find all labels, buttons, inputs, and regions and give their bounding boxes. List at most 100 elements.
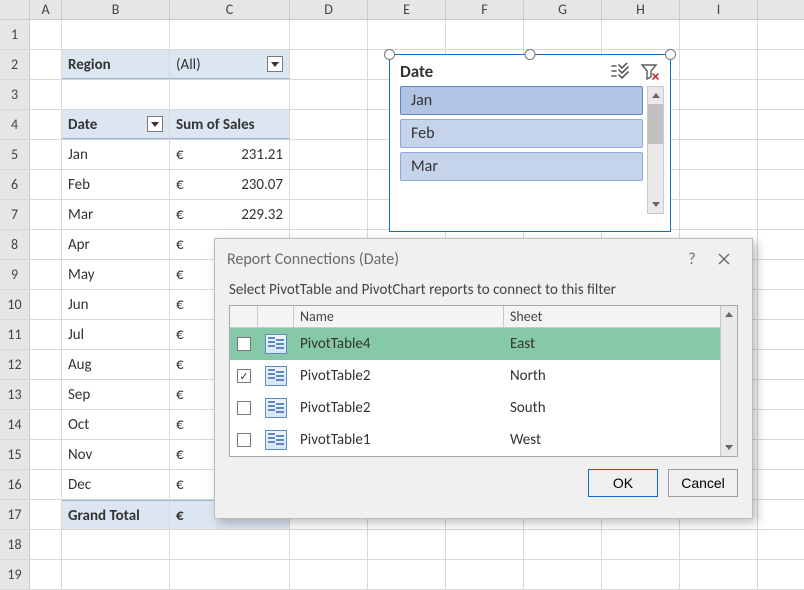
cell[interactable] — [290, 140, 368, 169]
cell[interactable] — [680, 200, 758, 229]
resize-handle[interactable] — [665, 49, 676, 60]
col-header-B[interactable]: B — [62, 0, 170, 19]
grand-total-label[interactable]: Grand Total — [62, 500, 170, 529]
row-header[interactable]: 18 — [0, 530, 30, 559]
pivot-row-label[interactable]: Dec — [62, 470, 170, 499]
scroll-down-button[interactable] — [721, 439, 737, 456]
cell[interactable] — [290, 110, 368, 139]
pivot-row-label[interactable]: Jan — [62, 140, 170, 169]
cell[interactable] — [524, 560, 602, 589]
clear-filter-icon[interactable] — [640, 63, 660, 81]
cell[interactable] — [30, 350, 62, 379]
row-dropdown-button[interactable] — [147, 116, 163, 132]
row-header[interactable]: 9 — [0, 260, 30, 289]
cell[interactable] — [30, 200, 62, 229]
slicer-date[interactable]: Date Jan Feb Mar — [389, 54, 671, 232]
cell[interactable] — [30, 440, 62, 469]
cell[interactable] — [30, 380, 62, 409]
scroll-track[interactable] — [648, 104, 663, 196]
col-header-A[interactable]: A — [30, 0, 62, 19]
pivot-row-label[interactable]: Nov — [62, 440, 170, 469]
col-header-G[interactable]: G — [524, 0, 602, 19]
pivot-row-label[interactable]: Jul — [62, 320, 170, 349]
row-header[interactable]: 19 — [0, 560, 30, 589]
col-header-D[interactable]: D — [290, 0, 368, 19]
resize-handle[interactable] — [384, 49, 395, 60]
cell[interactable] — [170, 560, 290, 589]
slicer-item[interactable]: Mar — [400, 152, 643, 181]
cell[interactable] — [30, 260, 62, 289]
cell[interactable] — [680, 170, 758, 199]
cell[interactable] — [680, 560, 758, 589]
resize-handle[interactable] — [525, 49, 536, 60]
row-checkbox[interactable] — [237, 433, 251, 447]
multi-select-icon[interactable] — [610, 63, 630, 81]
col-header-F[interactable]: F — [446, 0, 524, 19]
pivot-row-label[interactable]: Oct — [62, 410, 170, 439]
cell[interactable] — [602, 20, 680, 49]
cell[interactable] — [30, 170, 62, 199]
cell[interactable] — [62, 530, 170, 559]
cell[interactable] — [62, 20, 170, 49]
cell[interactable] — [30, 530, 62, 559]
row-header[interactable]: 2 — [0, 50, 30, 79]
col-header-H[interactable]: H — [602, 0, 680, 19]
row-header[interactable]: 13 — [0, 380, 30, 409]
filter-dropdown-button[interactable] — [267, 56, 283, 72]
row-header[interactable]: 17 — [0, 500, 30, 529]
cell[interactable] — [30, 230, 62, 259]
cell[interactable] — [446, 20, 524, 49]
row-header[interactable]: 8 — [0, 230, 30, 259]
row-header[interactable]: 1 — [0, 20, 30, 49]
header-sheet[interactable]: Sheet — [504, 306, 720, 327]
cell[interactable] — [30, 470, 62, 499]
ok-button[interactable]: OK — [588, 469, 658, 497]
row-header[interactable]: 4 — [0, 110, 30, 139]
cell[interactable] — [62, 80, 170, 109]
help-button[interactable]: ? — [676, 247, 708, 271]
cell[interactable] — [290, 170, 368, 199]
connection-row[interactable]: PivotTable4East — [230, 328, 720, 360]
list-scrollbar[interactable] — [720, 306, 737, 456]
cell[interactable] — [524, 530, 602, 559]
connection-row[interactable]: ✓PivotTable2North — [230, 360, 720, 392]
cell[interactable] — [680, 530, 758, 559]
cell[interactable] — [290, 50, 368, 79]
pivot-values-header[interactable]: Sum of Sales — [170, 110, 290, 139]
cell[interactable] — [30, 50, 62, 79]
cell[interactable] — [170, 530, 290, 559]
cell[interactable] — [170, 80, 290, 109]
cell[interactable] — [30, 500, 62, 529]
cell[interactable] — [680, 110, 758, 139]
scroll-up-button[interactable] — [648, 87, 663, 104]
cell[interactable] — [290, 20, 368, 49]
slicer-item[interactable]: Jan — [400, 86, 643, 115]
cell[interactable] — [290, 200, 368, 229]
cell[interactable] — [368, 560, 446, 589]
scroll-up-button[interactable] — [721, 306, 737, 323]
cell[interactable] — [680, 20, 758, 49]
cancel-button[interactable]: Cancel — [668, 469, 738, 497]
cell[interactable] — [30, 80, 62, 109]
pivot-row-label[interactable]: Apr — [62, 230, 170, 259]
row-checkbox[interactable] — [237, 337, 251, 351]
cell[interactable] — [290, 530, 368, 559]
dialog-titlebar[interactable]: Report Connections (Date) ? — [215, 239, 752, 279]
connection-row[interactable]: PivotTable1West — [230, 424, 720, 456]
col-header-C[interactable]: C — [170, 0, 290, 19]
cell[interactable] — [680, 80, 758, 109]
cell[interactable] — [290, 560, 368, 589]
cell[interactable] — [290, 80, 368, 109]
row-checkbox[interactable]: ✓ — [237, 369, 251, 383]
cell[interactable] — [446, 560, 524, 589]
pivot-row-value[interactable]: €229.32 — [170, 200, 290, 229]
row-checkbox[interactable] — [237, 401, 251, 415]
pivot-row-label[interactable]: Sep — [62, 380, 170, 409]
select-all-corner[interactable] — [0, 0, 30, 19]
row-header[interactable]: 12 — [0, 350, 30, 379]
cell[interactable] — [446, 530, 524, 559]
row-header[interactable]: 15 — [0, 440, 30, 469]
row-header[interactable]: 11 — [0, 320, 30, 349]
cell[interactable] — [30, 560, 62, 589]
row-header[interactable]: 5 — [0, 140, 30, 169]
